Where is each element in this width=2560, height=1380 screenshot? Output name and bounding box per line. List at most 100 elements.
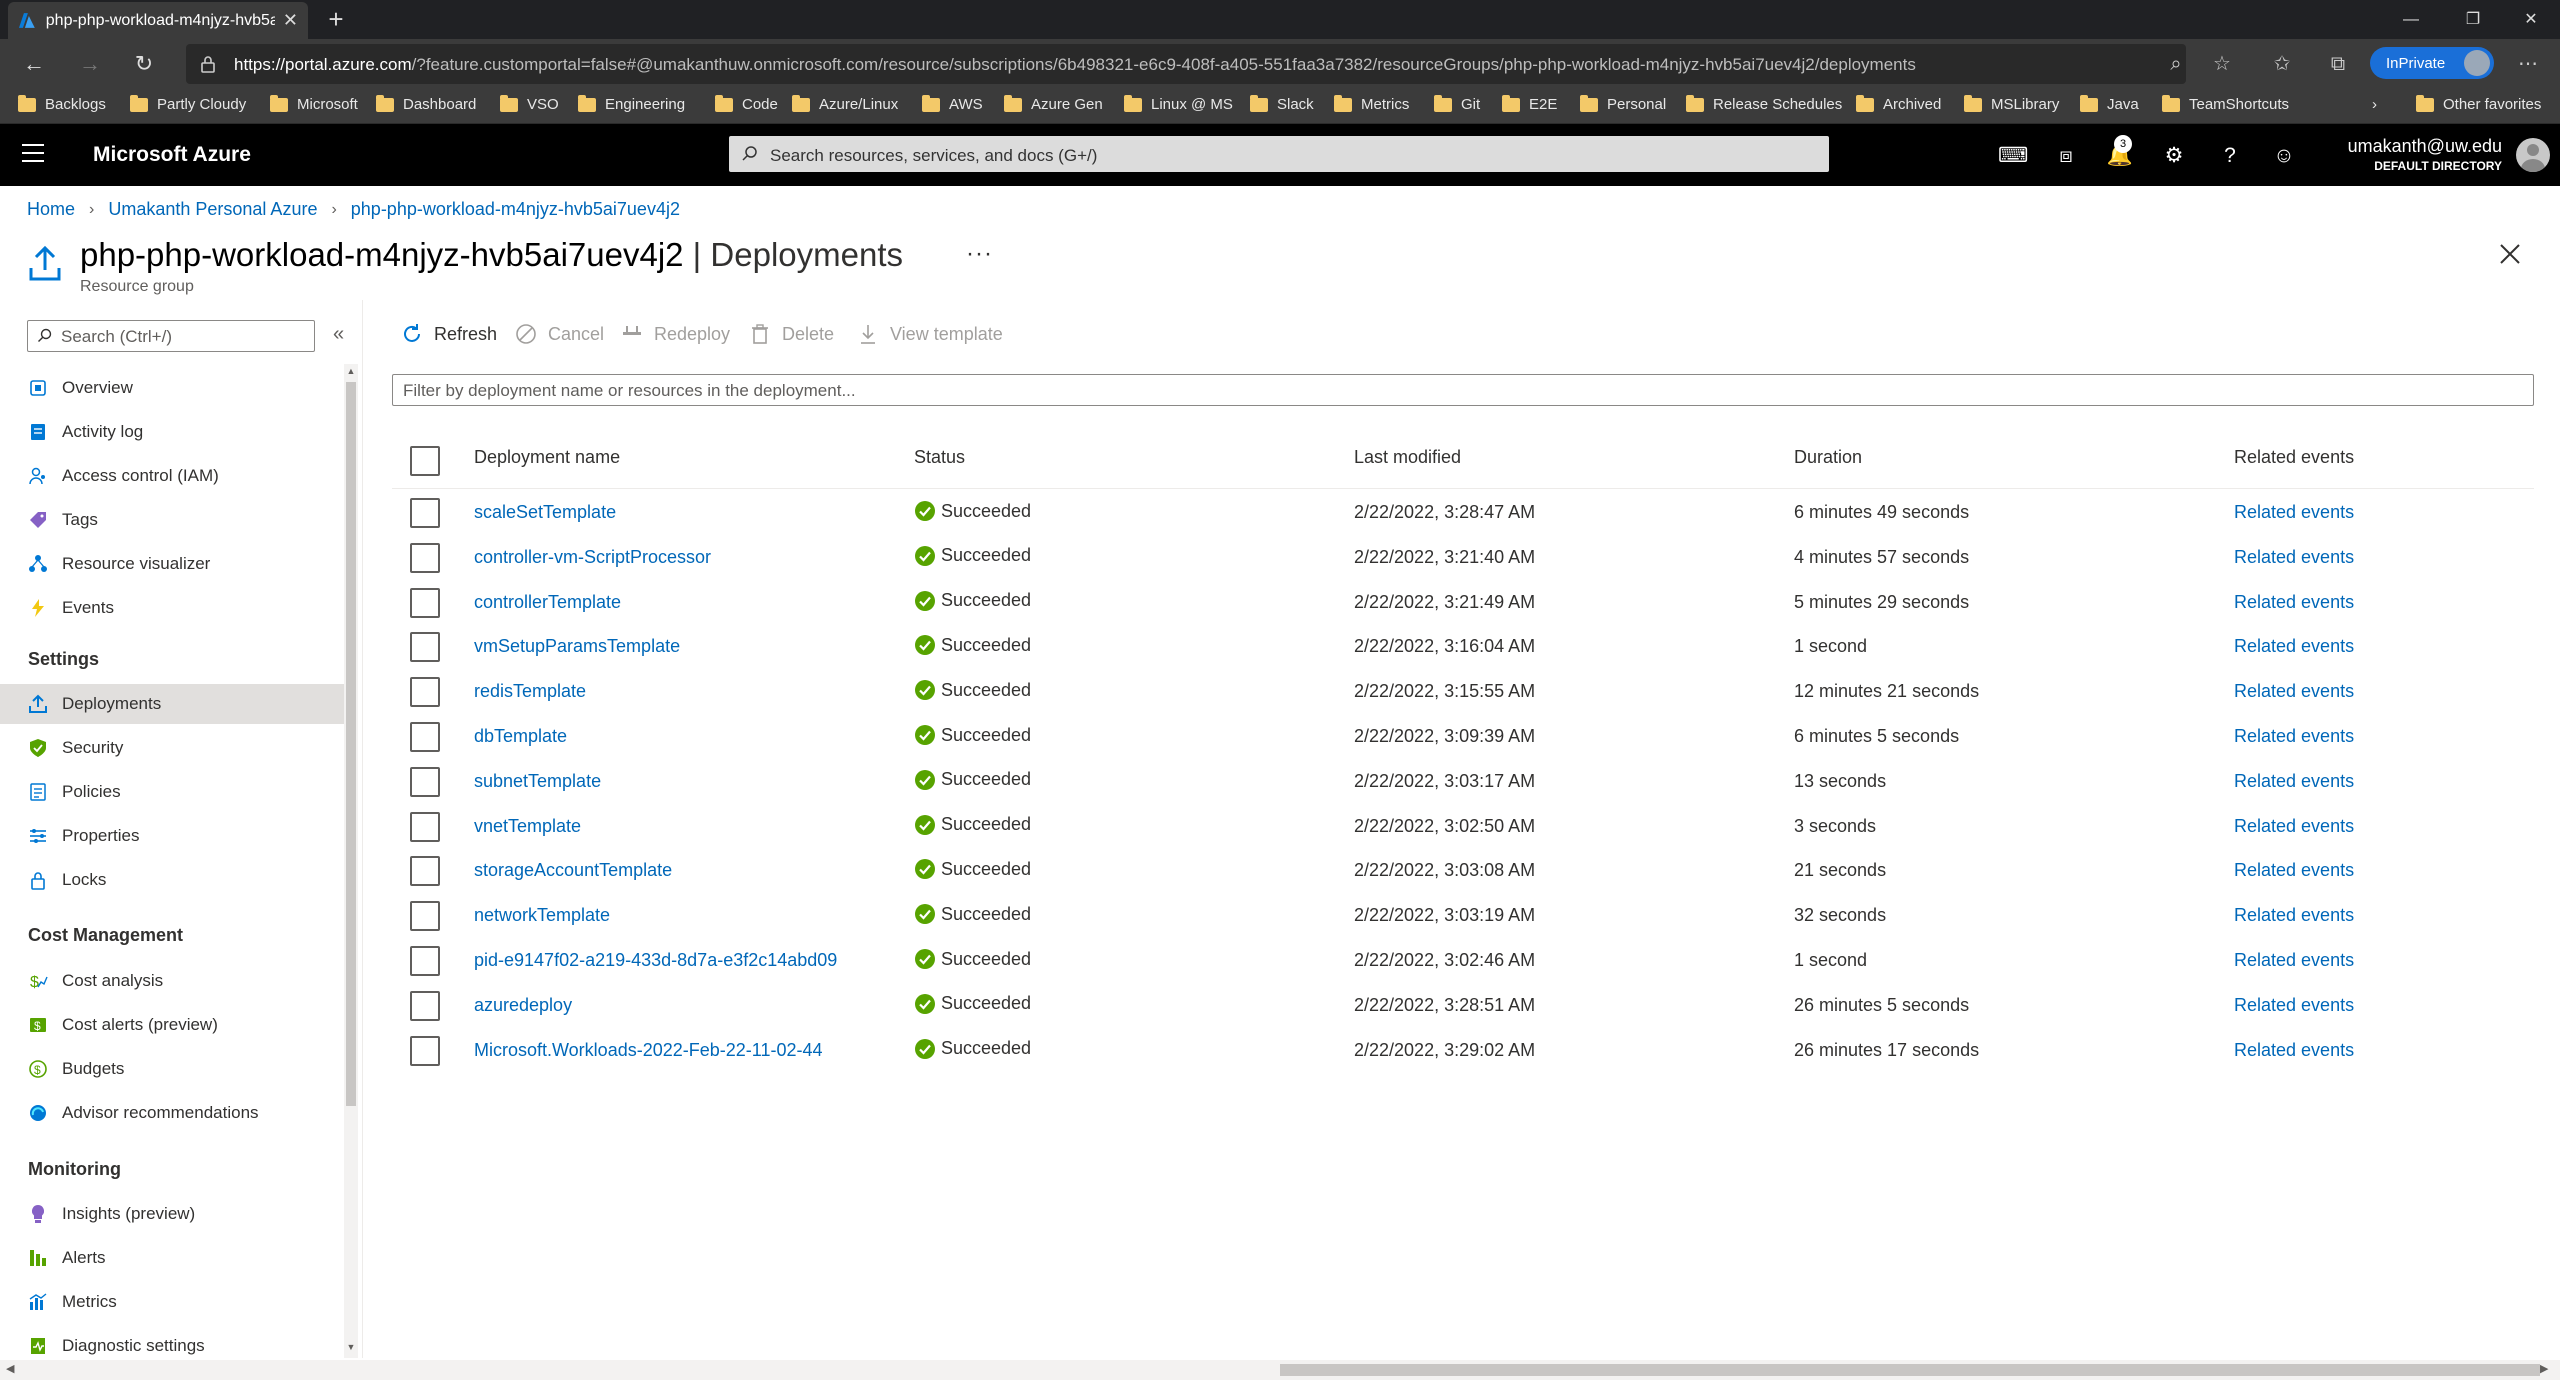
scroll-left-icon[interactable]: ◀ [6, 1362, 14, 1375]
cancel-button[interactable]: Cancel [514, 322, 604, 346]
view-template-button[interactable]: View template [856, 322, 1003, 346]
table-row[interactable]: controllerTemplate Succeeded 2/22/2022, 3:… [392, 580, 2534, 625]
favorite-item[interactable]: Personal [1580, 94, 1666, 113]
sidebar-item-diagnostic-settings[interactable]: Diagnostic settings [0, 1326, 344, 1358]
favorite-item[interactable]: Azure/Linux [792, 94, 898, 113]
help-icon[interactable]: ? [2216, 142, 2244, 170]
account-info[interactable]: umakanth@uw.edu DEFAULT DIRECTORY [2348, 136, 2502, 173]
horizontal-scroll-thumb[interactable] [1280, 1364, 2540, 1376]
row-checkbox[interactable] [410, 901, 440, 932]
close-blade-icon[interactable] [2496, 240, 2524, 268]
favorite-item[interactable]: Slack [1250, 94, 1314, 113]
deployment-name-link[interactable]: subnetTemplate [474, 771, 601, 792]
table-row[interactable]: azuredeploy Succeeded 2/22/2022, 3:28:51 A… [392, 983, 2534, 1028]
restore-icon[interactable]: ❐ [2444, 0, 2502, 39]
favorites-icon[interactable]: ✩ [2270, 52, 2294, 76]
deployment-name-link[interactable]: vmSetupParamsTemplate [474, 636, 680, 657]
directory-filter-icon[interactable]: ⧈ [2052, 142, 2080, 170]
favorite-item[interactable]: TeamShortcuts [2162, 94, 2289, 113]
scroll-up-icon[interactable]: ▲ [346, 366, 356, 376]
favorite-item[interactable]: Partly Cloudy [130, 94, 246, 113]
sidebar-item-tags[interactable]: Tags [0, 500, 344, 540]
deployment-name-link[interactable]: networkTemplate [474, 905, 610, 926]
zoom-icon[interactable]: ⌕ [2164, 52, 2188, 76]
row-checkbox[interactable] [410, 811, 440, 842]
favorite-item[interactable]: Linux @ MS [1124, 94, 1233, 113]
header-status[interactable]: Status [914, 447, 965, 468]
nav-search-input[interactable]: Search (Ctrl+/) [27, 320, 315, 352]
sidebar-item-overview[interactable]: Overview [0, 368, 344, 408]
forward-icon[interactable]: → [74, 48, 106, 80]
related-events-link[interactable]: Related events [2234, 547, 2354, 568]
redeploy-button[interactable]: Redeploy [620, 322, 730, 346]
horizontal-scrollbar[interactable]: ◀ ▶ [0, 1360, 2560, 1380]
table-row[interactable]: scaleSetTemplate Succeeded 2/22/2022, 3:28… [392, 490, 2534, 535]
favorite-item[interactable]: Git [1434, 94, 1480, 113]
favorites-overflow-icon[interactable]: › [2372, 96, 2377, 113]
table-row[interactable]: controller-vm-ScriptProcessor Succeeded 2/… [392, 535, 2534, 580]
deployment-name-link[interactable]: redisTemplate [474, 681, 586, 702]
portal-menu-icon[interactable] [22, 144, 44, 166]
settings-more-icon[interactable]: ⋯ [2516, 52, 2540, 76]
deployment-name-link[interactable]: scaleSetTemplate [474, 502, 616, 523]
row-checkbox[interactable] [410, 946, 440, 976]
deployment-name-link[interactable]: vnetTemplate [474, 816, 581, 837]
sidebar-item-events[interactable]: Events [0, 588, 344, 628]
favorite-item[interactable]: Archived [1856, 94, 1941, 113]
favorite-item[interactable]: Engineering [578, 94, 685, 113]
deployment-name-link[interactable]: controller-vm-ScriptProcessor [474, 547, 711, 568]
table-row[interactable]: redisTemplate Succeeded 2/22/2022, 3:15:55… [392, 669, 2534, 714]
collapse-nav-icon[interactable]: « [333, 323, 344, 346]
related-events-link[interactable]: Related events [2234, 950, 2354, 971]
azure-brand[interactable]: Microsoft Azure [93, 143, 251, 167]
favorite-item[interactable]: AWS [922, 94, 983, 113]
row-checkbox[interactable] [410, 856, 440, 887]
account-avatar[interactable] [2516, 138, 2550, 172]
favorite-item[interactable]: Metrics [1334, 94, 1409, 113]
deployment-name-link[interactable]: storageAccountTemplate [474, 860, 672, 881]
favorite-item[interactable]: VSO [500, 94, 559, 113]
related-events-link[interactable]: Related events [2234, 636, 2354, 657]
global-search-input[interactable]: Search resources, services, and docs (G+… [729, 136, 1829, 172]
table-row[interactable]: pid-e9147f02-a219-433d-8d7a-e3f2c14abd09… [392, 938, 2534, 983]
feedback-icon[interactable]: ☺ [2270, 142, 2298, 170]
window-close-icon[interactable]: ✕ [2502, 0, 2560, 39]
deployment-name-link[interactable]: Microsoft.Workloads-2022-Feb-22-11-02-44 [474, 1040, 823, 1061]
favorite-item[interactable]: Azure Gen [1004, 94, 1103, 113]
sidebar-item-budgets[interactable]: $ Budgets [0, 1049, 344, 1089]
header-deployment-name[interactable]: Deployment name [474, 447, 620, 468]
table-row[interactable]: networkTemplate Succeeded 2/22/2022, 3:03:… [392, 893, 2534, 938]
favorite-item[interactable]: Release Schedules [1686, 94, 1842, 113]
cloud-shell-icon[interactable]: ⌨ [1998, 142, 2028, 170]
deployment-name-link[interactable]: controllerTemplate [474, 592, 621, 613]
header-last-modified[interactable]: Last modified [1354, 447, 1461, 468]
table-row[interactable]: Microsoft.Workloads-2022-Feb-22-11-02-44… [392, 1028, 2534, 1073]
related-events-link[interactable]: Related events [2234, 816, 2354, 837]
sidebar-item-cost-analysis[interactable]: $ Cost analysis [0, 961, 344, 1001]
related-events-link[interactable]: Related events [2234, 905, 2354, 926]
tab-close-icon[interactable]: ✕ [283, 10, 298, 31]
collections-icon[interactable]: ⧉ [2326, 52, 2350, 76]
address-bar[interactable]: https://portal.azure.com/?feature.custom… [186, 44, 2186, 84]
sidebar-item-access-control-iam[interactable]: Access control (IAM) [0, 456, 344, 496]
new-tab-icon[interactable]: + [320, 3, 352, 35]
header-related-events[interactable]: Related events [2234, 447, 2354, 468]
related-events-link[interactable]: Related events [2234, 726, 2354, 747]
row-checkbox[interactable] [410, 542, 440, 573]
sidebar-item-policies[interactable]: Policies [0, 772, 344, 812]
minimize-icon[interactable]: — [2382, 0, 2440, 39]
favorite-item[interactable]: MSLibrary [1964, 94, 2059, 113]
sidebar-item-resource-visualizer[interactable]: Resource visualizer [0, 544, 344, 584]
reload-icon[interactable]: ↻ [128, 48, 160, 80]
back-icon[interactable]: ← [18, 48, 50, 80]
row-checkbox[interactable] [410, 677, 440, 708]
table-row[interactable]: dbTemplate Succeeded 2/22/2022, 3:09:39 AM… [392, 714, 2534, 759]
sidebar-item-security[interactable]: Security [0, 728, 344, 768]
sidebar-item-activity-log[interactable]: Activity log [0, 412, 344, 452]
related-events-link[interactable]: Related events [2234, 681, 2354, 702]
refresh-button[interactable]: Refresh [400, 322, 497, 346]
deployment-name-link[interactable]: dbTemplate [474, 726, 567, 747]
table-row[interactable]: vnetTemplate Succeeded 2/22/2022, 3:02:50 … [392, 804, 2534, 849]
sidebar-item-locks[interactable]: Locks [0, 860, 344, 900]
row-checkbox[interactable] [410, 587, 440, 618]
